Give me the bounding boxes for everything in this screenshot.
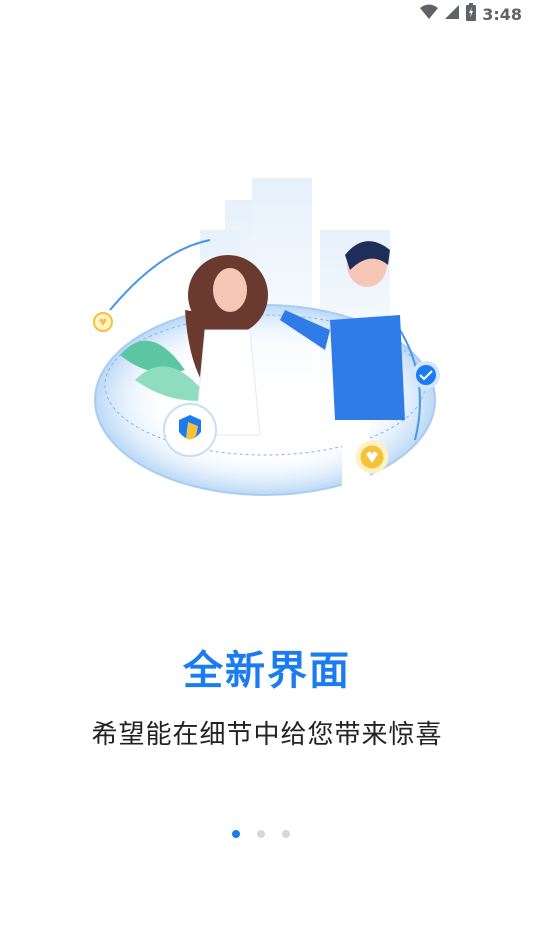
- onboarding-illustration: [80, 170, 450, 510]
- page-dot-2[interactable]: [257, 830, 265, 838]
- page-dot-1[interactable]: [232, 830, 240, 838]
- status-time: 3:48: [482, 4, 522, 24]
- cellular-signal-icon: [444, 4, 460, 24]
- onboarding-title: 全新界面: [183, 648, 351, 694]
- page-dot-3[interactable]: [282, 830, 290, 838]
- page-indicator: [232, 830, 290, 838]
- onboarding-subtitle: 希望能在细节中给您带来惊喜: [91, 720, 443, 750]
- status-icons: 3:48: [420, 3, 522, 25]
- status-bar: 3:48: [0, 0, 534, 28]
- wifi-icon: [420, 4, 439, 24]
- battery-icon: [466, 3, 477, 25]
